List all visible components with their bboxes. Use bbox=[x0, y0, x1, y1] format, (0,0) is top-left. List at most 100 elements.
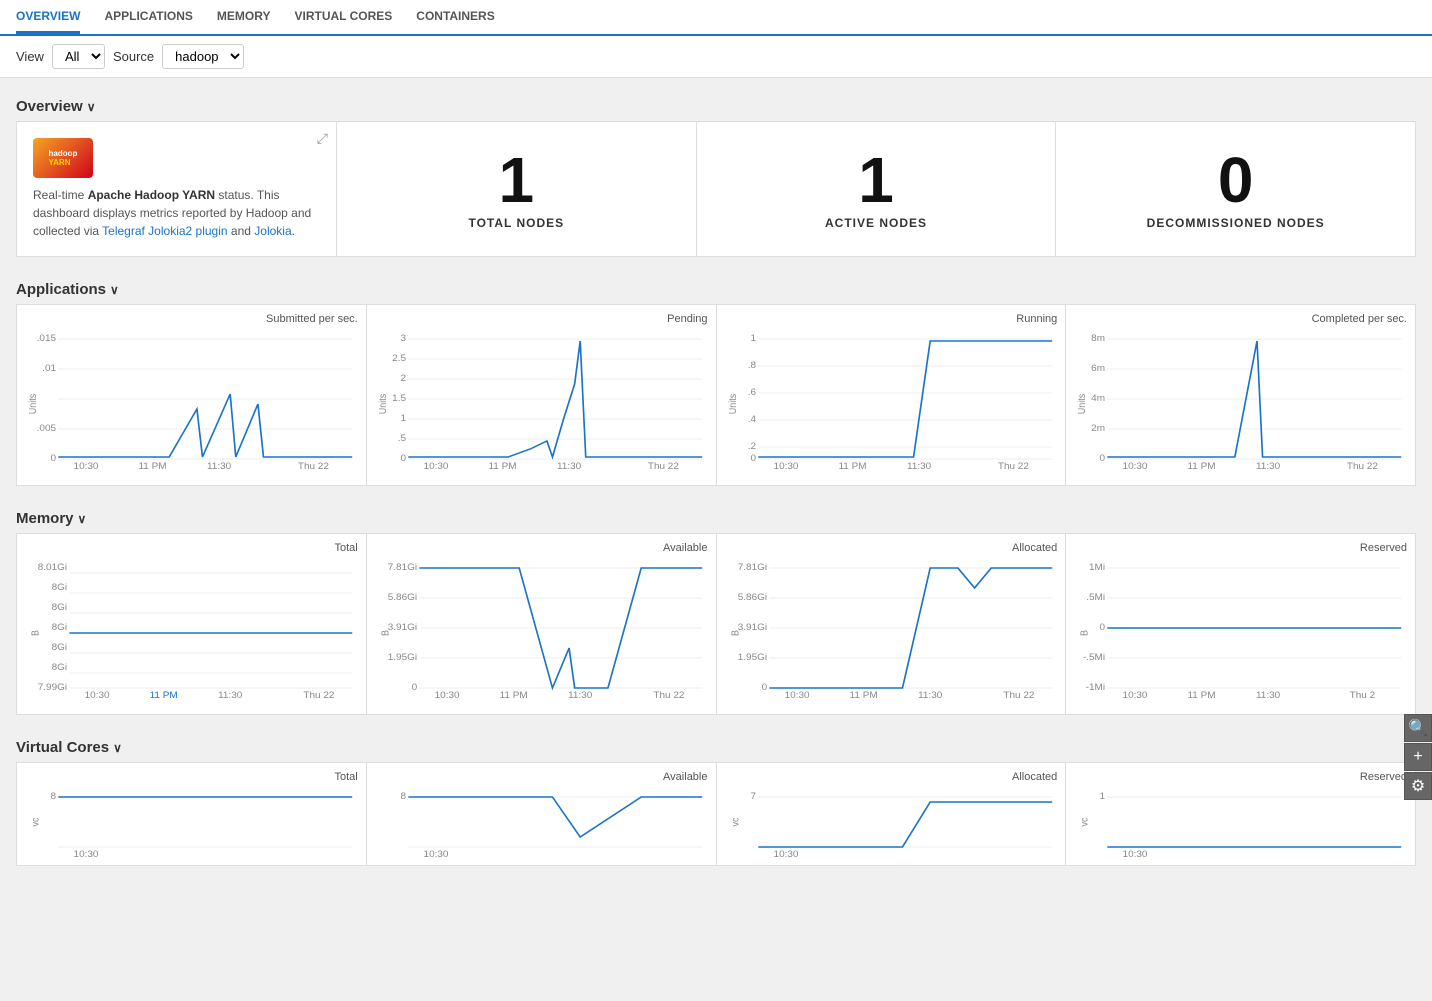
svg-text:11 PM: 11 PM bbox=[488, 461, 516, 469]
memory-charts: Total 8.01Gi 8Gi 8Gi 8Gi 8Gi 8Gi 7.99 bbox=[16, 533, 1416, 715]
applications-charts: Submitted per sec. .015 .01 .005 0 Units bbox=[16, 304, 1416, 486]
svg-text:10:30: 10:30 bbox=[773, 461, 798, 469]
submitted-chart-title: Submitted per sec. bbox=[25, 313, 358, 325]
svg-text:6m: 6m bbox=[1091, 363, 1105, 373]
svg-text:10:30: 10:30 bbox=[1123, 461, 1148, 469]
view-select[interactable]: All bbox=[52, 44, 105, 69]
svg-text:11:30: 11:30 bbox=[557, 461, 581, 469]
svg-text:B: B bbox=[729, 630, 741, 636]
completed-chart: Completed per sec. 8m 6m 4m 2m 0 Units 1… bbox=[1066, 305, 1415, 485]
nav-virtual-cores[interactable]: VIRTUAL CORES bbox=[294, 1, 392, 34]
toolbar: View All Source hadoop bbox=[0, 36, 1432, 78]
source-select[interactable]: hadoop bbox=[162, 44, 244, 69]
add-button[interactable]: + bbox=[1404, 743, 1432, 771]
svg-text:11 PM: 11 PM bbox=[138, 461, 166, 469]
svg-text:Thu 2: Thu 2 bbox=[1350, 690, 1376, 698]
active-nodes-card: 1 ACTIVE NODES bbox=[697, 122, 1057, 256]
memory-section-header[interactable]: Memory ∨ bbox=[16, 502, 1416, 533]
svg-text:11:30: 11:30 bbox=[568, 690, 592, 698]
nav-memory[interactable]: MEMORY bbox=[217, 1, 271, 34]
vc-allocated-chart: Allocated 7 vc 10:30 bbox=[717, 763, 1067, 865]
svg-text:8Gi: 8Gi bbox=[52, 662, 68, 672]
total-nodes-value: 1 bbox=[499, 148, 535, 212]
overview-section-header[interactable]: Overview ∨ bbox=[16, 90, 1416, 121]
svg-text:8Gi: 8Gi bbox=[52, 622, 68, 632]
nav-overview[interactable]: OVERVIEW bbox=[16, 1, 80, 34]
svg-text:8: 8 bbox=[50, 791, 56, 801]
svg-text:5.86Gi: 5.86Gi bbox=[387, 592, 416, 602]
svg-text:vc: vc bbox=[729, 817, 741, 826]
svg-text:11 PM: 11 PM bbox=[838, 461, 866, 469]
svg-text:11 PM: 11 PM bbox=[849, 690, 877, 698]
svg-text:Thu 22: Thu 22 bbox=[303, 690, 334, 698]
active-nodes-label: ACTIVE NODES bbox=[825, 216, 927, 230]
virtual-cores-section-header[interactable]: Virtual Cores ∨ bbox=[16, 731, 1416, 762]
jolokia-link[interactable]: Jolokia bbox=[254, 224, 291, 238]
svg-text:7: 7 bbox=[750, 791, 756, 801]
memory-reserved-area: 1Mi .5Mi 0 -.5Mi -1Mi B 10:30 11 PM 11:3… bbox=[1074, 558, 1407, 698]
svg-text:Thu 22: Thu 22 bbox=[1347, 461, 1378, 469]
submitted-chart: Submitted per sec. .015 .01 .005 0 Units bbox=[17, 305, 367, 485]
applications-section-header[interactable]: Applications ∨ bbox=[16, 273, 1416, 304]
memory-allocated-chart: Allocated 7.81Gi 5.86Gi 3.91Gi 1.95Gi 0 … bbox=[717, 534, 1067, 714]
svg-text:11 PM: 11 PM bbox=[150, 690, 178, 698]
svg-text:Units: Units bbox=[377, 394, 389, 415]
svg-text:3.91Gi: 3.91Gi bbox=[737, 622, 766, 632]
vc-total-chart: Total 8 vc 10:30 bbox=[17, 763, 367, 865]
svg-text:8Gi: 8Gi bbox=[52, 642, 68, 652]
svg-text:Units: Units bbox=[727, 394, 739, 415]
settings-float-button[interactable]: ⚙ bbox=[1404, 772, 1432, 800]
svg-text:11 PM: 11 PM bbox=[1188, 690, 1216, 698]
applications-title: Applications bbox=[16, 281, 106, 298]
completed-chart-area: 8m 6m 4m 2m 0 Units 10:30 11 PM 11:30 Th… bbox=[1074, 329, 1407, 469]
memory-allocated-area: 7.81Gi 5.86Gi 3.91Gi 1.95Gi 0 B 10:30 11… bbox=[725, 558, 1058, 698]
zoom-button[interactable]: 🔍 bbox=[1404, 714, 1432, 742]
svg-text:0: 0 bbox=[750, 453, 756, 463]
svg-text:10:30: 10:30 bbox=[423, 461, 448, 469]
memory-available-area: 7.81Gi 5.86Gi 3.91Gi 1.95Gi 0 B 10:30 11… bbox=[375, 558, 708, 698]
decommissioned-nodes-value: 0 bbox=[1218, 148, 1254, 212]
svg-text:11:30: 11:30 bbox=[218, 690, 242, 698]
vc-total-title: Total bbox=[25, 771, 358, 783]
svg-text:11:30: 11:30 bbox=[918, 690, 942, 698]
memory-title: Memory bbox=[16, 510, 74, 527]
svg-text:10:30: 10:30 bbox=[1123, 849, 1148, 857]
memory-total-chart: Total 8.01Gi 8Gi 8Gi 8Gi 8Gi 8Gi 7.99 bbox=[17, 534, 367, 714]
svg-text:4m: 4m bbox=[1091, 393, 1105, 403]
svg-text:2: 2 bbox=[400, 373, 406, 383]
svg-text:11:30: 11:30 bbox=[906, 461, 930, 469]
hadoop-logo: hadoopYARN bbox=[33, 138, 101, 178]
svg-text:Thu 22: Thu 22 bbox=[298, 461, 329, 469]
svg-text:10:30: 10:30 bbox=[1123, 690, 1148, 698]
svg-text:11 PM: 11 PM bbox=[1188, 461, 1216, 469]
svg-text:10:30: 10:30 bbox=[434, 690, 459, 698]
svg-text:.01: .01 bbox=[42, 363, 56, 373]
running-chart: Running 1 .8 .6 .4 .2 0 Units bbox=[717, 305, 1067, 485]
vc-available-area: 8 10:30 bbox=[375, 787, 708, 857]
memory-allocated-title: Allocated bbox=[725, 542, 1058, 554]
svg-text:7.81Gi: 7.81Gi bbox=[737, 562, 766, 572]
svg-text:0: 0 bbox=[50, 453, 56, 463]
hadoop-logo-box: hadoopYARN bbox=[33, 138, 93, 178]
svg-text:0: 0 bbox=[411, 682, 417, 692]
pending-chart-area: 3 2.5 2 1.5 1 .5 0 Units 10:30 11 PM 11:… bbox=[375, 329, 708, 469]
view-label: View bbox=[16, 49, 44, 64]
svg-text:Thu 22: Thu 22 bbox=[1003, 690, 1034, 698]
memory-chevron: ∨ bbox=[78, 512, 87, 526]
active-nodes-value: 1 bbox=[858, 148, 894, 212]
svg-text:10:30: 10:30 bbox=[784, 690, 809, 698]
svg-text:.5Mi: .5Mi bbox=[1086, 592, 1105, 602]
nav-containers[interactable]: CONTAINERS bbox=[416, 1, 494, 34]
submitted-chart-area: .015 .01 .005 0 Units 10:30 11 PM 11:30 … bbox=[25, 329, 358, 469]
overview-chevron: ∨ bbox=[87, 100, 96, 114]
svg-text:8Gi: 8Gi bbox=[52, 582, 68, 592]
svg-text:11:30: 11:30 bbox=[1256, 461, 1280, 469]
nav-applications[interactable]: APPLICATIONS bbox=[104, 1, 192, 34]
svg-text:0: 0 bbox=[400, 453, 406, 463]
svg-text:10:30: 10:30 bbox=[773, 849, 798, 857]
telegraf-link[interactable]: Telegraf Jolokia2 plugin bbox=[102, 224, 227, 238]
expand-icon[interactable]: ⤢ bbox=[317, 130, 328, 147]
svg-text:1: 1 bbox=[400, 413, 406, 423]
overview-description: Real-time Apache Hadoop YARN status. Thi… bbox=[33, 186, 320, 240]
svg-text:.015: .015 bbox=[37, 333, 56, 343]
